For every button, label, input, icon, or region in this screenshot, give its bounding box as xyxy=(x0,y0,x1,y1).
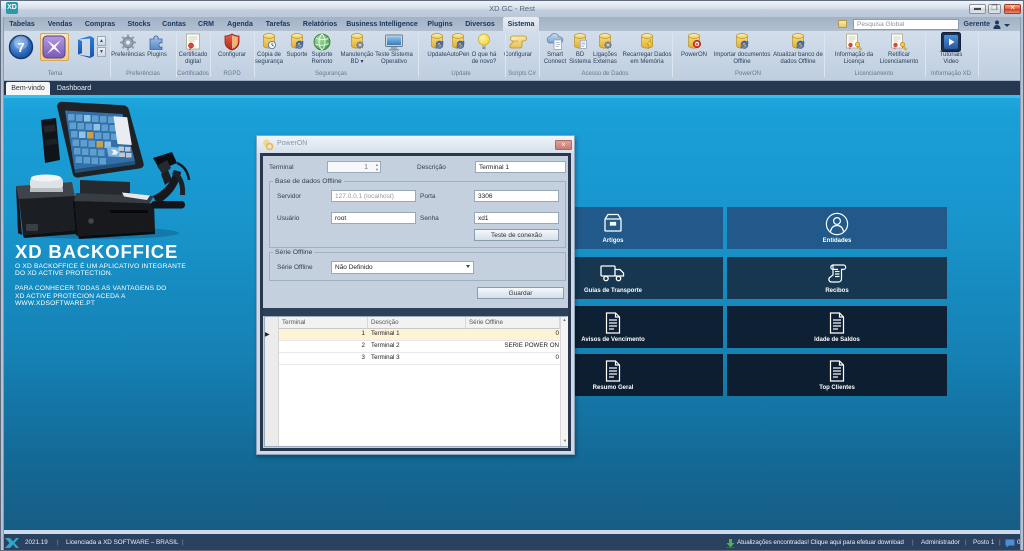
svg-text:7: 7 xyxy=(17,40,24,55)
